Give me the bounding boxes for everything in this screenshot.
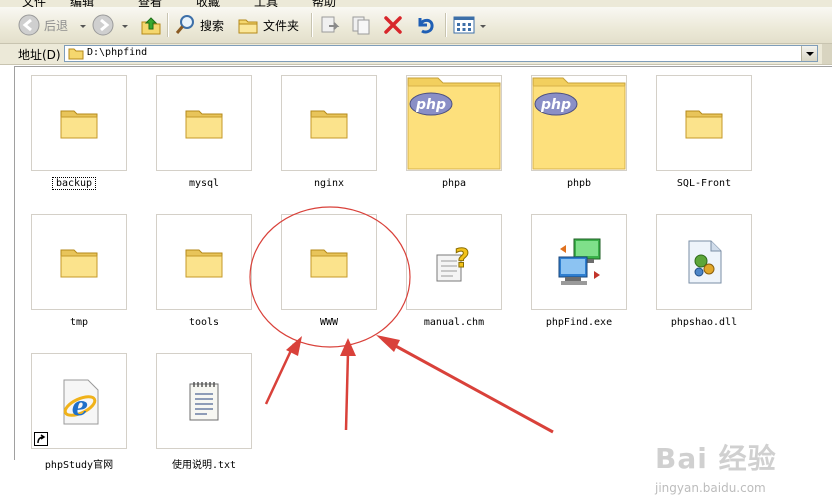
annotation-overlay xyxy=(249,206,554,434)
pointer-arrow-middle xyxy=(340,338,356,431)
pointer-arrow-left xyxy=(264,336,302,405)
watermark-url: jingyan.baidu.com xyxy=(655,481,766,495)
pointer-arrow-right xyxy=(376,335,554,434)
highlight-circle xyxy=(249,206,411,348)
